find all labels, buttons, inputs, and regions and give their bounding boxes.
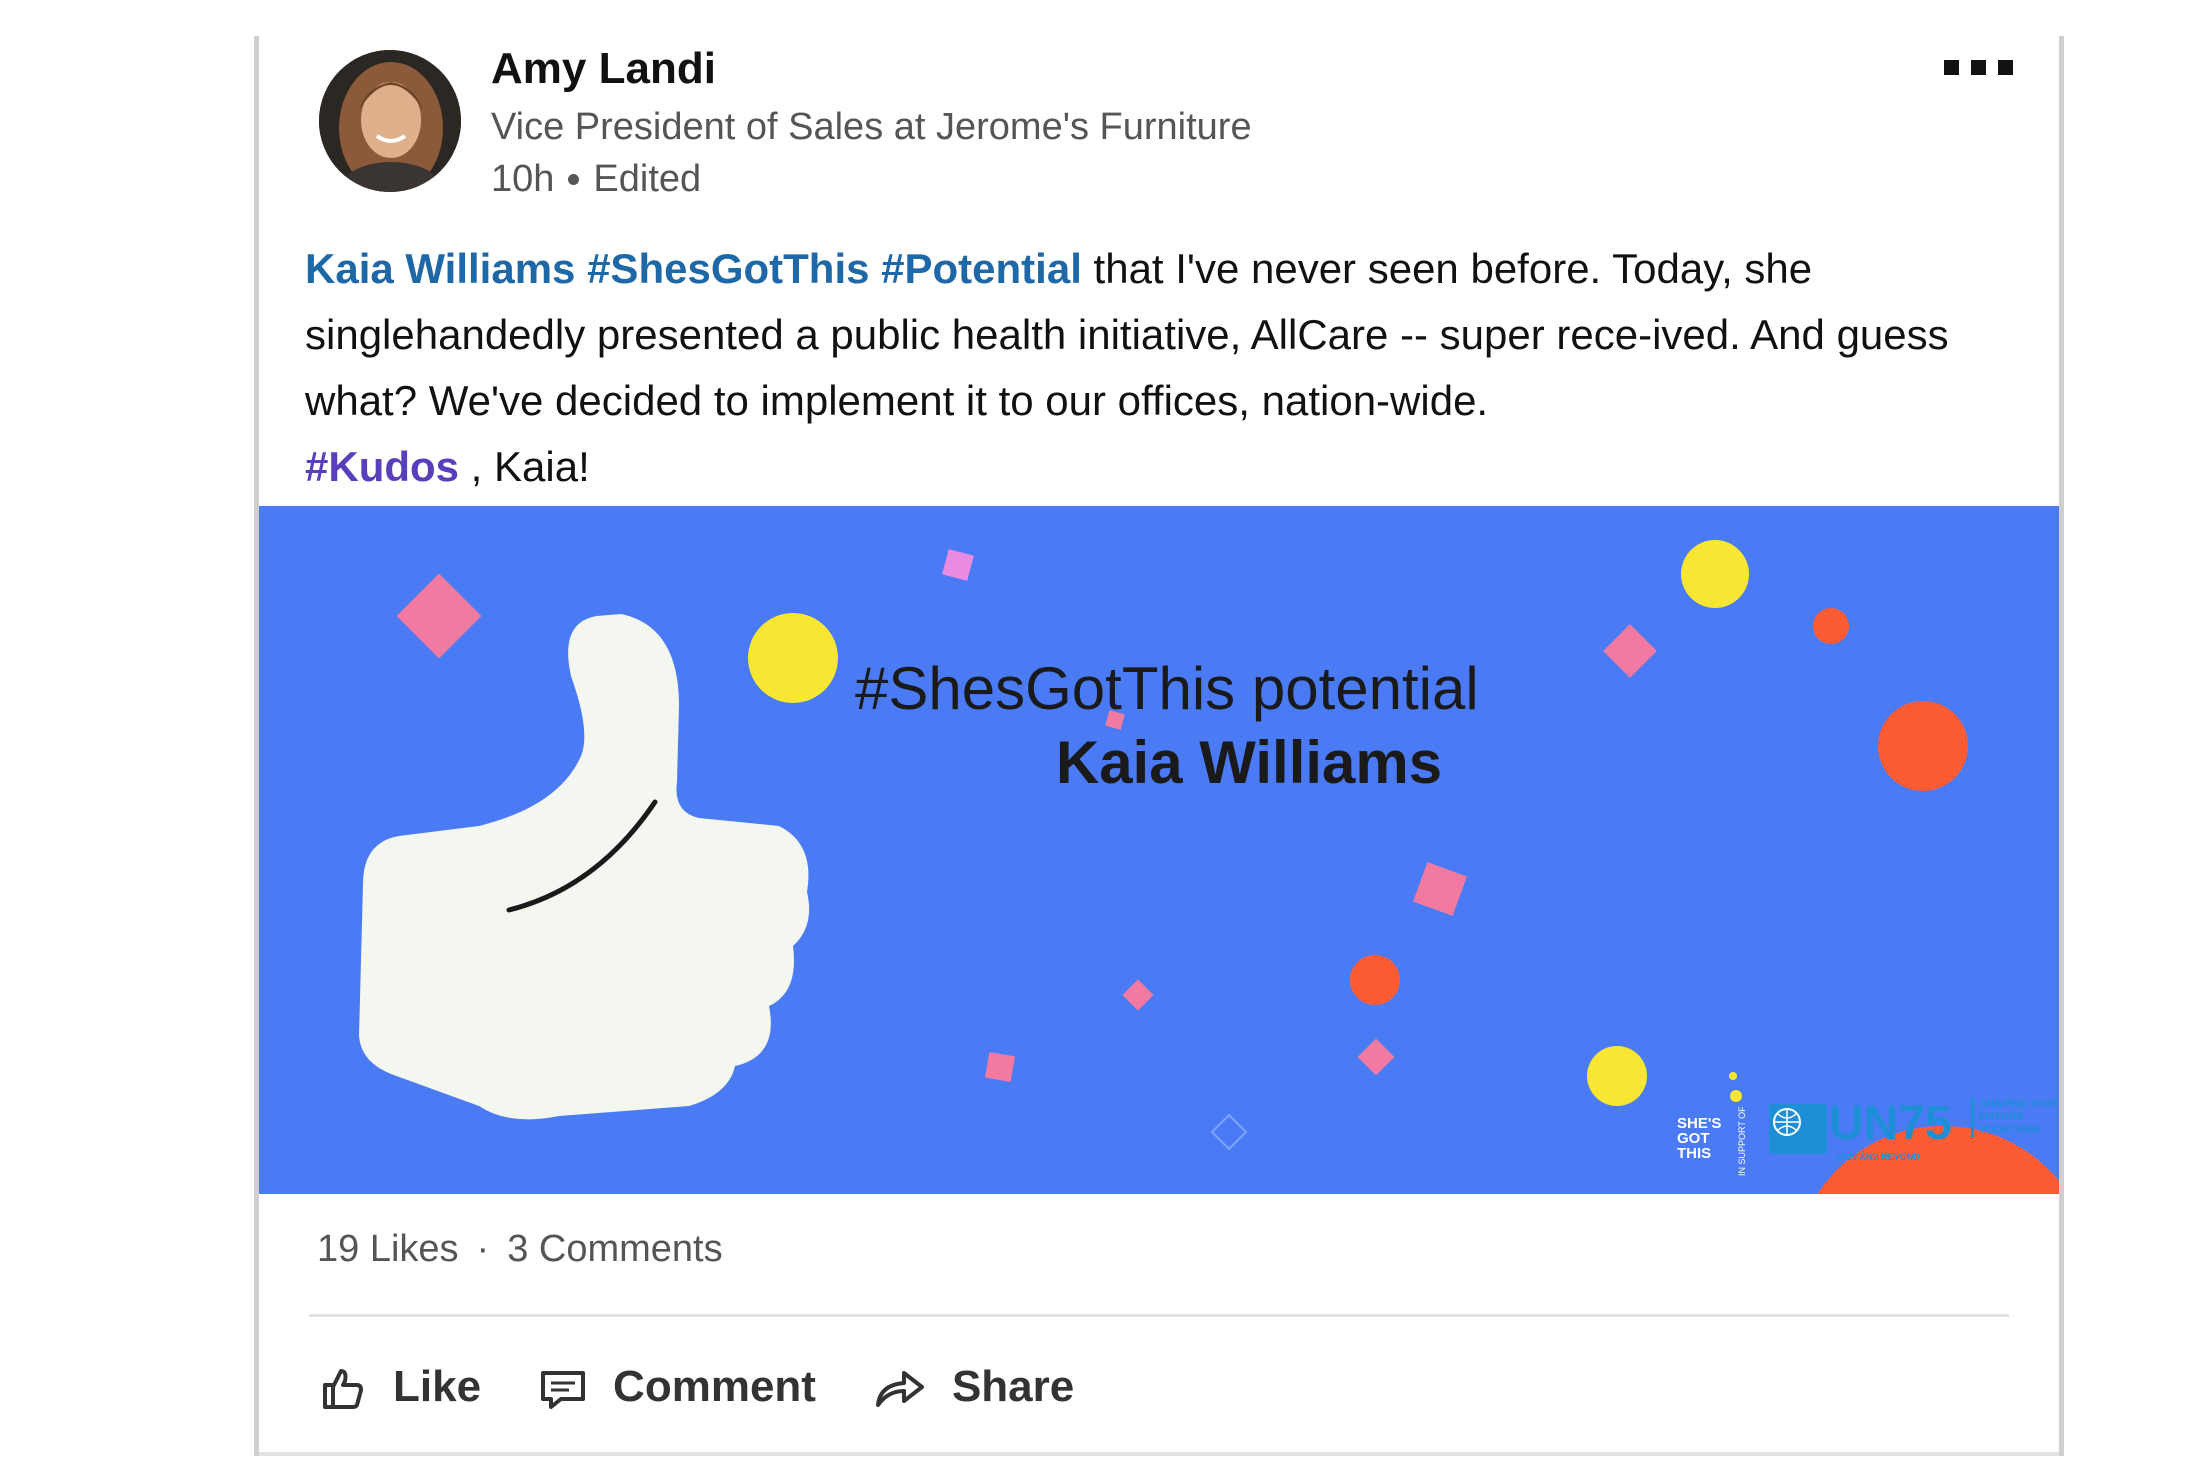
divider — [309, 1314, 2009, 1317]
shes-got-this-logo: SHE'S GOT THIS — [1677, 1115, 1722, 1162]
hashtag-potential[interactable]: #Potential — [881, 245, 1082, 292]
like-label: Like — [393, 1362, 482, 1411]
banner-name: Kaia Williams — [1055, 729, 1443, 796]
in-support-of-label: IN SUPPORT OF — [1737, 1106, 1747, 1176]
share-button[interactable]: Share — [874, 1362, 1074, 1412]
thumbs-up-icon — [323, 1369, 363, 1409]
un-emblem-icon — [1769, 1104, 1827, 1154]
card-bottom-edge — [259, 1452, 2059, 1456]
post-time: 10h — [491, 158, 555, 200]
comments-count[interactable]: 3 Comments — [507, 1228, 722, 1271]
shaping-future-label: SHAPING OUR FUTURE TOGETHER — [1971, 1098, 2059, 1137]
avatar[interactable] — [319, 50, 461, 192]
likes-count[interactable]: 19 Likes — [317, 1228, 459, 1271]
author-title: Vice President of Sales at Jerome's Furn… — [491, 106, 1252, 148]
hashtag-kudos[interactable]: #Kudos — [305, 443, 459, 490]
hashtag-shesgotthis[interactable]: #ShesGotThis — [587, 245, 869, 292]
post-meta: 10h Edited — [491, 158, 701, 201]
body-text-2: , Kaia! — [459, 443, 590, 490]
banner-graphic — [359, 540, 2059, 1194]
author-name[interactable]: Amy Landi — [491, 44, 716, 94]
like-button[interactable]: Like — [319, 1362, 481, 1412]
un75-logo: UN75 — [1829, 1097, 1952, 1150]
more-icon[interactable] — [1944, 60, 2013, 75]
banner-title: #ShesGotThis potential — [855, 655, 1479, 722]
meta-dot — [568, 174, 580, 185]
un75-sub-label: 2020 AND BEYOND — [1837, 1152, 1920, 1162]
engagement-stats: 19 Likes · 3 Comments — [317, 1228, 723, 1271]
share-icon — [875, 1371, 924, 1407]
comment-button[interactable]: Comment — [539, 1362, 816, 1412]
comment-icon — [541, 1371, 586, 1409]
comment-label: Comment — [613, 1362, 816, 1411]
mention-link[interactable]: Kaia Williams — [305, 245, 575, 292]
share-label: Share — [951, 1362, 1075, 1411]
edited-label: Edited — [593, 158, 702, 200]
stats-separator: · — [476, 1228, 490, 1270]
post-image[interactable]: #ShesGotThis potential Kaia Williams SHE… — [259, 506, 2059, 1194]
post-card: Amy Landi Vice President of Sales at Jer… — [254, 36, 2064, 1456]
action-bar: Like Comment Share — [319, 1362, 1132, 1412]
post-body: Kaia Williams #ShesGotThis #Potential th… — [305, 236, 2055, 500]
